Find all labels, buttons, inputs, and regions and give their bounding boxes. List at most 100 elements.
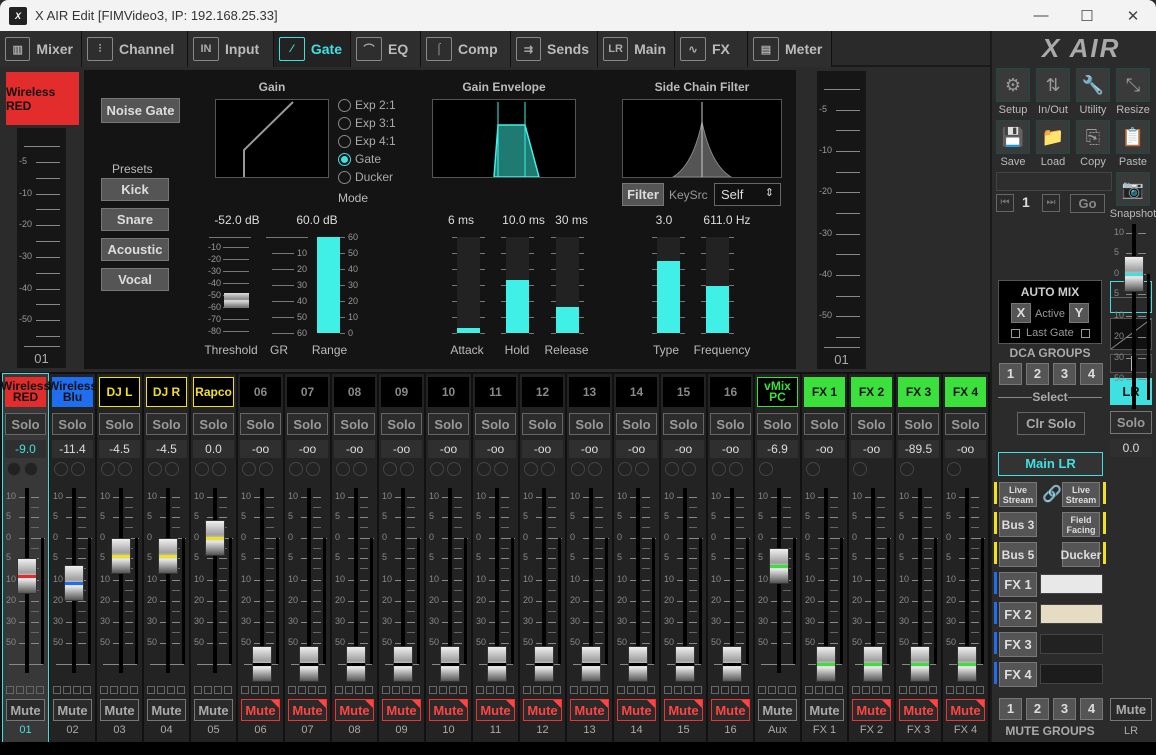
fx-slot-button[interactable]: FX 1 (999, 572, 1037, 597)
fx-slot-button[interactable]: FX 2 (999, 602, 1037, 627)
hold-fader[interactable] (506, 237, 529, 333)
load-button[interactable]: 📁 (1036, 120, 1070, 154)
pan-knob-icon[interactable] (336, 462, 350, 476)
pan-knob-icon[interactable] (101, 462, 115, 476)
fader-handle[interactable] (487, 646, 507, 682)
pan-knob-icon[interactable] (900, 462, 914, 476)
strip-name[interactable]: FX 2 (851, 377, 892, 407)
dca-group-4-button[interactable]: 4 (1080, 363, 1103, 385)
mode-radio-exp-3-1[interactable]: Exp 3:1 (338, 116, 396, 130)
dca-group-1-button[interactable]: 1 (999, 363, 1022, 385)
mute-group-1-button[interactable]: 1 (999, 698, 1022, 720)
pan-knob-icon[interactable] (806, 462, 820, 476)
strip-name[interactable]: 10 (428, 377, 469, 407)
snapshot-button[interactable]: 📷 (1116, 172, 1150, 206)
tab-sends[interactable]: ⇉ Sends (511, 31, 598, 67)
filter-button[interactable]: Filter (622, 183, 664, 206)
fx-rack-thumbnail[interactable] (1040, 604, 1103, 624)
solo-button[interactable]: Solo (99, 413, 140, 435)
strip-name[interactable]: Wireless Blu (48, 377, 97, 407)
frequency-fader[interactable] (706, 237, 729, 333)
fader-handle[interactable] (205, 520, 225, 556)
solo-button[interactable]: Solo (193, 413, 234, 435)
pan-knob-icon[interactable] (477, 462, 491, 476)
pan-knob-icon[interactable] (618, 462, 632, 476)
pan-knob-icon[interactable] (947, 462, 961, 476)
pan-knob-icon[interactable] (447, 462, 461, 476)
solo-button[interactable]: Solo (146, 413, 187, 435)
mode-radio-exp-4-1[interactable]: Exp 4:1 (338, 134, 396, 148)
solo-button[interactable]: Solo (945, 413, 986, 435)
mute-button[interactable]: Mute (6, 699, 45, 721)
side-chain-filter-graph[interactable] (622, 99, 782, 178)
mute-button[interactable]: Mute (335, 699, 374, 721)
strip-name[interactable]: vMix PC (757, 377, 798, 407)
maximize-button[interactable]: ☐ (1064, 0, 1110, 31)
fader-handle[interactable] (346, 646, 366, 682)
last-gate-x-checkbox[interactable] (1011, 329, 1020, 338)
pan-knob-icon[interactable] (853, 462, 867, 476)
solo-button[interactable]: Solo (5, 413, 46, 435)
mode-radio-ducker[interactable]: Ducker (338, 170, 393, 184)
strip-name[interactable]: FX 3 (898, 377, 939, 407)
preset-kick-button[interactable]: Kick (101, 178, 169, 201)
fx-rack-thumbnail[interactable] (1040, 574, 1103, 594)
mute-button[interactable]: Mute (194, 699, 233, 721)
range-fader[interactable] (317, 237, 340, 333)
fx-slot-button[interactable]: FX 3 (999, 632, 1037, 657)
solo-button[interactable]: Solo (287, 413, 328, 435)
setup-button[interactable]: ⚙ (996, 68, 1030, 102)
pan-knob-icon[interactable] (54, 462, 68, 476)
lr-fader-handle[interactable] (1124, 256, 1144, 292)
fader-handle[interactable] (863, 646, 883, 682)
solo-button[interactable]: Solo (616, 413, 657, 435)
fx-rack-thumbnail[interactable] (1040, 664, 1103, 684)
pan-knob-icon[interactable] (383, 462, 397, 476)
in-out-button[interactable]: ⇅ (1036, 68, 1070, 102)
strip-name[interactable]: Rapco (193, 377, 234, 407)
strip-name[interactable]: 11 (475, 377, 516, 407)
solo-button[interactable]: Solo (898, 413, 939, 435)
main-lr-button[interactable]: Main LR (998, 452, 1103, 476)
pan-knob-icon[interactable] (494, 462, 508, 476)
mute-button[interactable]: Mute (758, 699, 797, 721)
strip-name[interactable]: 13 (569, 377, 610, 407)
strip-name[interactable]: 06 (240, 377, 281, 407)
strip-name[interactable]: FX 4 (945, 377, 986, 407)
clear-solo-button[interactable]: Clr Solo (1017, 412, 1085, 435)
dca-group-3-button[interactable]: 3 (1053, 363, 1076, 385)
fader-handle[interactable] (816, 646, 836, 682)
mute-button[interactable]: Mute (711, 699, 750, 721)
pan-knob-icon[interactable] (665, 462, 679, 476)
link-icon[interactable]: 🔗 (1042, 484, 1062, 504)
pan-knob-icon[interactable] (118, 462, 132, 476)
automix-x-button[interactable]: X (1011, 303, 1031, 323)
pan-knob-icon[interactable] (242, 462, 256, 476)
strip-name[interactable]: FX 1 (804, 377, 845, 407)
close-button[interactable]: ✕ (1110, 0, 1156, 31)
utility-button[interactable]: 🔧 (1076, 68, 1110, 102)
tab-gate[interactable]: ⁄ Gate (274, 31, 351, 67)
mute-button[interactable]: Mute (899, 699, 938, 721)
mute-button[interactable]: Mute (288, 699, 327, 721)
pan-knob-icon[interactable] (400, 462, 414, 476)
threshold-fader-handle[interactable] (224, 293, 249, 307)
solo-button[interactable]: Solo (522, 413, 563, 435)
pan-knob-icon[interactable] (353, 462, 367, 476)
mute-button[interactable]: Mute (617, 699, 656, 721)
bus-right-button[interactable]: Live Stream (1062, 482, 1100, 507)
mute-button[interactable]: Mute (805, 699, 844, 721)
fader-handle[interactable] (769, 548, 789, 585)
fader-handle[interactable] (111, 538, 131, 574)
mute-button[interactable]: Mute (852, 699, 891, 721)
snapshot-prev-button[interactable]: ⏮ (996, 194, 1014, 212)
mute-group-4-button[interactable]: 4 (1080, 698, 1103, 720)
fader-handle[interactable] (910, 645, 930, 682)
mute-button[interactable]: Mute (523, 699, 562, 721)
resize-button[interactable]: ⤡ (1116, 68, 1150, 102)
fader-handle[interactable] (534, 646, 554, 682)
fader-handle[interactable] (440, 646, 460, 682)
fader-handle[interactable] (299, 646, 319, 682)
mute-button[interactable]: Mute (476, 699, 515, 721)
tab-meter[interactable]: ▤ Meter (748, 31, 832, 67)
